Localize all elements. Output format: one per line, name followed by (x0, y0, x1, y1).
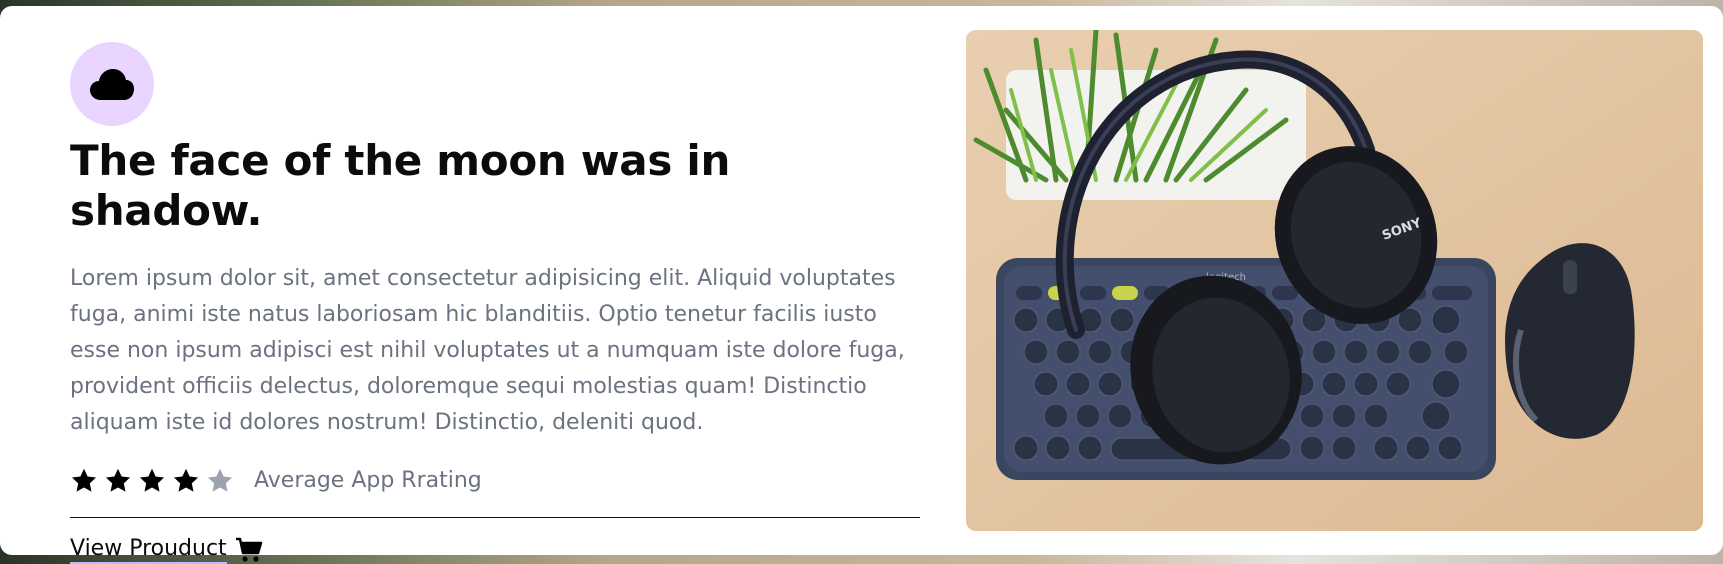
view-product-link[interactable]: View Prouduct (70, 536, 263, 564)
product-image: logitech SONY (966, 30, 1703, 531)
product-card: The face of the moon was in shadow. Lore… (0, 6, 1723, 564)
rating-stars (70, 467, 234, 495)
card-description: Lorem ipsum dolor sit, amet consectetur … (70, 265, 905, 435)
star-icon (70, 467, 98, 495)
star-icon (172, 467, 200, 495)
divider (70, 516, 920, 518)
star-icon (138, 467, 166, 495)
view-product-label: View Prouduct (70, 536, 227, 564)
rating-label: Average App Rrating (254, 468, 482, 494)
cloud-icon (90, 69, 134, 100)
rating-row: Average App Rrating (70, 463, 920, 499)
product-photo: logitech SONY (966, 30, 1703, 531)
cart-icon (235, 537, 262, 562)
star-empty-icon (206, 467, 234, 495)
card-content: The face of the moon was in shadow. Lore… (70, 42, 920, 564)
icon-badge (70, 42, 154, 126)
card-title: The face of the moon was in shadow. (70, 136, 731, 236)
star-icon (104, 467, 132, 495)
